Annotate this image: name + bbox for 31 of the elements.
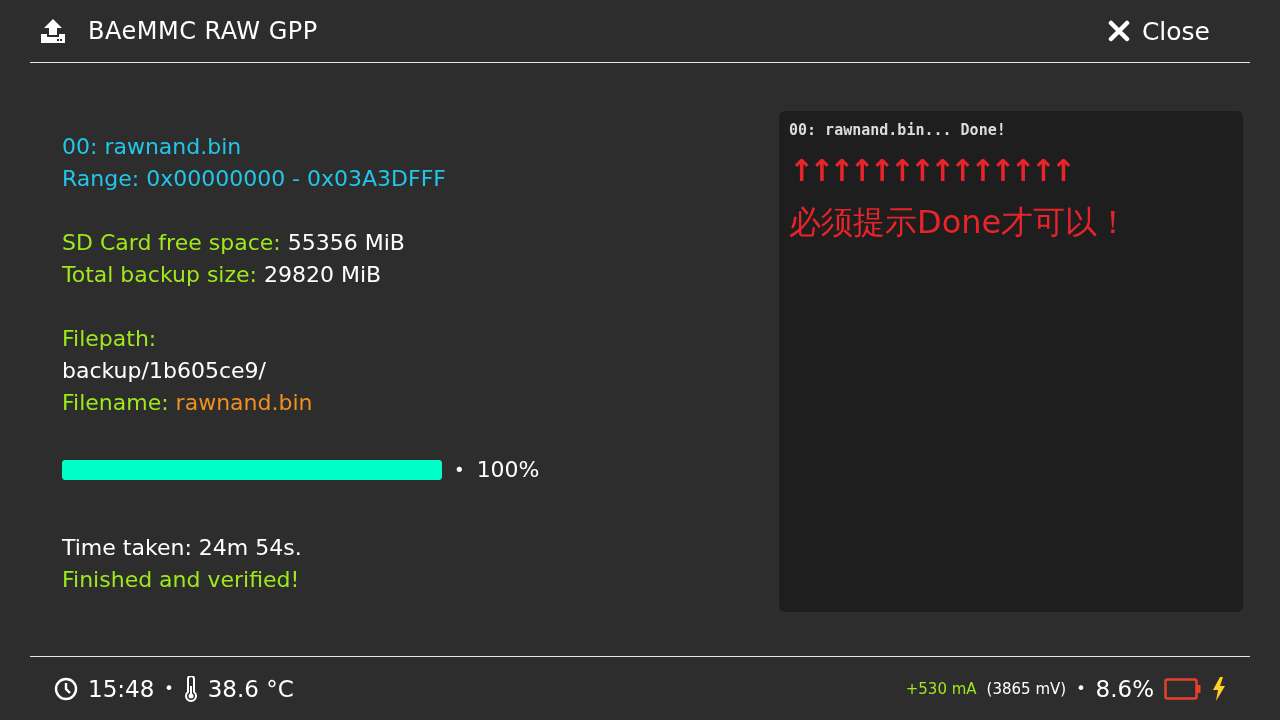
field-label: SD Card free space:	[62, 230, 282, 255]
progress-percent: 100%	[476, 457, 540, 482]
status-message: Finished and verified!	[62, 567, 300, 592]
battery-icon	[1164, 677, 1202, 700]
separator-dot: •	[454, 459, 465, 480]
upload-icon	[40, 18, 66, 44]
field-label: Filename:	[62, 390, 170, 415]
field-value: 55356 MiB	[287, 230, 405, 255]
field-label: Total backup size:	[62, 262, 258, 287]
close-icon	[1107, 20, 1130, 42]
temperature: 38.6 °C	[207, 675, 294, 702]
time-taken: Time taken: 24m 54s.	[62, 535, 302, 560]
current-reading: +530 mA	[905, 679, 977, 698]
info-text: Range: 0x00000000 - 0x03A3DFFF	[62, 166, 446, 191]
clock-icon	[54, 676, 78, 701]
field-value: 29820 MiB	[263, 262, 382, 287]
log-line: 00: rawnand.bin... Done!	[789, 121, 1007, 139]
separator-dot: •	[1076, 679, 1086, 698]
clock-time: 15:48	[88, 675, 155, 702]
close-button[interactable]: Close	[1107, 16, 1210, 46]
field-label: Filepath:	[62, 326, 157, 351]
separator-dot: •	[164, 679, 174, 698]
annotation-arrows: ↑↑↑↑↑↑↑↑↑↑↑↑↑↑	[789, 152, 1072, 190]
voltage-reading: (3865 mV)	[986, 679, 1067, 698]
annotation-note: 必须提示Done才可以！	[789, 202, 1131, 243]
window-title: BAeMMC RAW GPP	[88, 17, 318, 45]
battery-percent: 8.6%	[1095, 675, 1154, 702]
file-name: rawnand.bin	[175, 390, 313, 415]
info-text: 00: rawnand.bin	[62, 134, 242, 159]
field-value: backup/1b605ce9/	[62, 358, 266, 383]
thermometer-icon	[183, 675, 198, 702]
